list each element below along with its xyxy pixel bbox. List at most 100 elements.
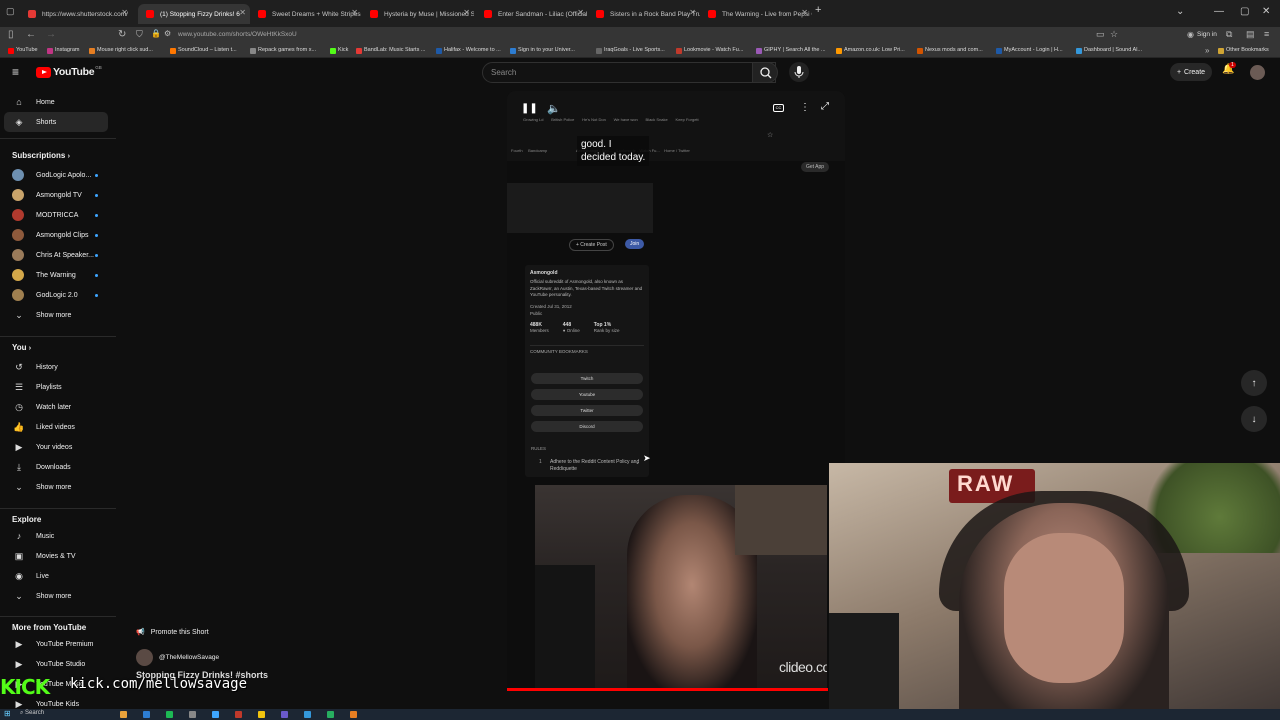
search-button[interactable]: [752, 62, 778, 83]
tab-close-icon[interactable]: ✕: [239, 8, 246, 17]
taskbar-search[interactable]: ⌕ Search: [20, 710, 44, 717]
taskbar-app-icon[interactable]: [235, 711, 242, 718]
more-options-icon[interactable]: ⋮: [800, 102, 810, 113]
sidebar-item-music[interactable]: ♪ Music: [4, 526, 108, 546]
show-more-you[interactable]: ⌄ Show more: [4, 477, 108, 497]
search-input[interactable]: Search: [482, 62, 776, 83]
more-bookmarks-icon[interactable]: »: [1205, 46, 1209, 55]
browser-tab[interactable]: Hysteria by Muse | Missioned S ✕: [362, 4, 474, 24]
browser-tab[interactable]: Enter Sandman - Liliac (Official ✕: [476, 4, 588, 24]
next-short-button[interactable]: ↓: [1241, 406, 1267, 432]
bookmark-item[interactable]: Mouse right click sud...: [89, 47, 153, 54]
browser-tab[interactable]: (1) Stopping Fizzy Drinks! 6 ✕: [138, 4, 250, 24]
taskbar-app-icon[interactable]: [212, 711, 219, 718]
sidebar-item-shorts[interactable]: ◈ Shorts: [4, 112, 108, 132]
screen-icon[interactable]: ▭: [1096, 29, 1105, 40]
bookmark-item[interactable]: SoundCloud – Listen t...: [170, 47, 237, 54]
bookmark-item[interactable]: GIPHY | Search All the ...: [756, 47, 826, 54]
forward-icon[interactable]: →: [46, 29, 56, 40]
back-icon[interactable]: ←: [26, 29, 36, 40]
bookmark-item[interactable]: Instagram: [47, 47, 79, 54]
bookmark-item[interactable]: IraqGoals - Live Sports...: [596, 47, 665, 54]
sidebar-item-youtube-premium[interactable]: ▶ YouTube Premium: [4, 634, 108, 654]
pause-button[interactable]: ❚❚: [521, 103, 538, 114]
create-button[interactable]: + Create: [1170, 63, 1212, 81]
sidebar-item-playlists[interactable]: ☰ Playlists: [4, 377, 108, 397]
fullscreen-icon[interactable]: ⤢: [821, 101, 829, 112]
close-window-button[interactable]: ✕: [1262, 6, 1270, 17]
sidebar-item-live[interactable]: ◉ Live: [4, 566, 108, 586]
taskbar-app-icon[interactable]: [258, 711, 265, 718]
reload-icon[interactable]: ↻: [118, 29, 126, 40]
sidebar-item-youtube-studio[interactable]: ▶ YouTube Studio: [4, 654, 108, 674]
taskbar-app-icon[interactable]: [120, 711, 127, 718]
taskbar-app-icon[interactable]: [327, 711, 334, 718]
subscription-item[interactable]: Asmongold Clips: [4, 225, 108, 245]
extensions-icon[interactable]: ⧉: [1226, 29, 1232, 40]
subscription-item[interactable]: Chris At Speaker...: [4, 245, 108, 265]
taskbar-app-icon[interactable]: [350, 711, 357, 718]
sidebar-item-home[interactable]: ⌂ Home: [4, 92, 108, 112]
sidebar-item-watch-later[interactable]: ◷ Watch later: [4, 397, 108, 417]
bookmark-item[interactable]: BandLab: Music Starts ...: [356, 47, 425, 54]
tab-close-icon[interactable]: ✕: [463, 8, 470, 17]
maximize-button[interactable]: ▢: [1240, 6, 1249, 17]
other-bookmarks-folder[interactable]: Other Bookmarks: [1218, 47, 1269, 54]
menu-icon[interactable]: ≡: [1264, 29, 1269, 39]
subscription-item[interactable]: GodLogic Apolo...: [4, 165, 108, 185]
taskbar-app-icon[interactable]: [143, 711, 150, 718]
browser-tab[interactable]: Sisters in a Rock Band Play Trut ✕: [588, 4, 700, 24]
tab-actions-icon[interactable]: ▢: [6, 6, 15, 17]
shield-icon[interactable]: ⛉: [136, 29, 143, 40]
star-icon[interactable]: ☆: [1110, 29, 1118, 40]
taskbar-app-icon[interactable]: [166, 711, 173, 718]
subscription-item[interactable]: The Warning: [4, 265, 108, 285]
tab-close-icon[interactable]: ✕: [351, 8, 358, 17]
voice-search-button[interactable]: [789, 62, 809, 82]
bookmark-item[interactable]: Lookmovie - Watch Fu...: [676, 47, 743, 54]
profile-icon[interactable]: ◉: [1187, 30, 1194, 39]
bookmark-item[interactable]: Dashboard | Sound Al...: [1076, 47, 1142, 54]
subscription-item[interactable]: GodLogic 2.0: [4, 285, 108, 305]
browser-tab[interactable]: https://www.shutterstock.com/✕: [20, 4, 132, 24]
sidebar-toggle-icon[interactable]: ▯: [8, 29, 14, 40]
previous-short-button[interactable]: ↑: [1241, 370, 1267, 396]
taskbar-app-icon[interactable]: [304, 711, 311, 718]
lock-icon[interactable]: 🔒: [151, 29, 161, 38]
browser-tab[interactable]: The Warning - Live from Pepsi C ✕: [700, 4, 812, 24]
youtube-logo[interactable]: YouTube GB: [36, 65, 102, 78]
sidebar-item-liked-videos[interactable]: 👍 Liked videos: [4, 417, 108, 437]
new-tab-button[interactable]: +: [815, 4, 821, 16]
bookmark-item[interactable]: Nexus mods and com...: [917, 47, 983, 54]
wallet-icon[interactable]: ▤: [1246, 29, 1255, 40]
tab-close-icon[interactable]: ✕: [577, 8, 584, 17]
account-avatar[interactable]: [1250, 65, 1265, 80]
browser-tab[interactable]: Sweet Dreams + White Stripes ✕: [250, 4, 362, 24]
sign-in-link[interactable]: Sign in: [1197, 31, 1217, 38]
subscriptions-heading[interactable]: Subscriptions ›: [12, 151, 70, 160]
show-more-subscriptions[interactable]: ⌄ Show more: [4, 305, 108, 325]
bookmark-item[interactable]: Kick: [330, 47, 348, 54]
sidebar-item-your-videos[interactable]: ▶ Your videos: [4, 437, 108, 457]
bookmark-item[interactable]: Sign in to your Univer...: [510, 47, 575, 54]
channel-handle[interactable]: @TheMellowSavage: [159, 654, 219, 661]
sidebar-item-downloads[interactable]: ⤓ Downloads: [4, 457, 108, 477]
promote-short-link[interactable]: 📢 Promote this Short: [136, 628, 209, 637]
tab-close-icon[interactable]: ✕: [689, 8, 696, 17]
bookmark-item[interactable]: Halifax - Welcome to ...: [436, 47, 501, 54]
bookmark-item[interactable]: Amazon.co.uk: Low Pri...: [836, 47, 905, 54]
tab-close-icon[interactable]: ✕: [121, 8, 128, 17]
shorts-player[interactable]: Growing Ld British Police He's Not Don W…: [507, 91, 845, 691]
tab-close-icon[interactable]: ✕: [801, 8, 808, 17]
volume-icon[interactable]: 🔈: [547, 102, 561, 115]
channel-info[interactable]: @TheMellowSavage: [136, 649, 219, 666]
guide-menu-icon[interactable]: ≡: [12, 65, 19, 79]
playback-progress-bar[interactable]: [507, 688, 829, 691]
site-info-icon[interactable]: ⚙: [164, 29, 171, 38]
bookmark-item[interactable]: MyAccount - Login | H...: [996, 47, 1063, 54]
sidebar-item-movies-tv[interactable]: ▣ Movies & TV: [4, 546, 108, 566]
sidebar-item-history[interactable]: ↺ History: [4, 357, 108, 377]
captions-button[interactable]: CC: [773, 104, 784, 112]
taskbar-app-icon[interactable]: [281, 711, 288, 718]
taskbar-app-icon[interactable]: [189, 711, 196, 718]
